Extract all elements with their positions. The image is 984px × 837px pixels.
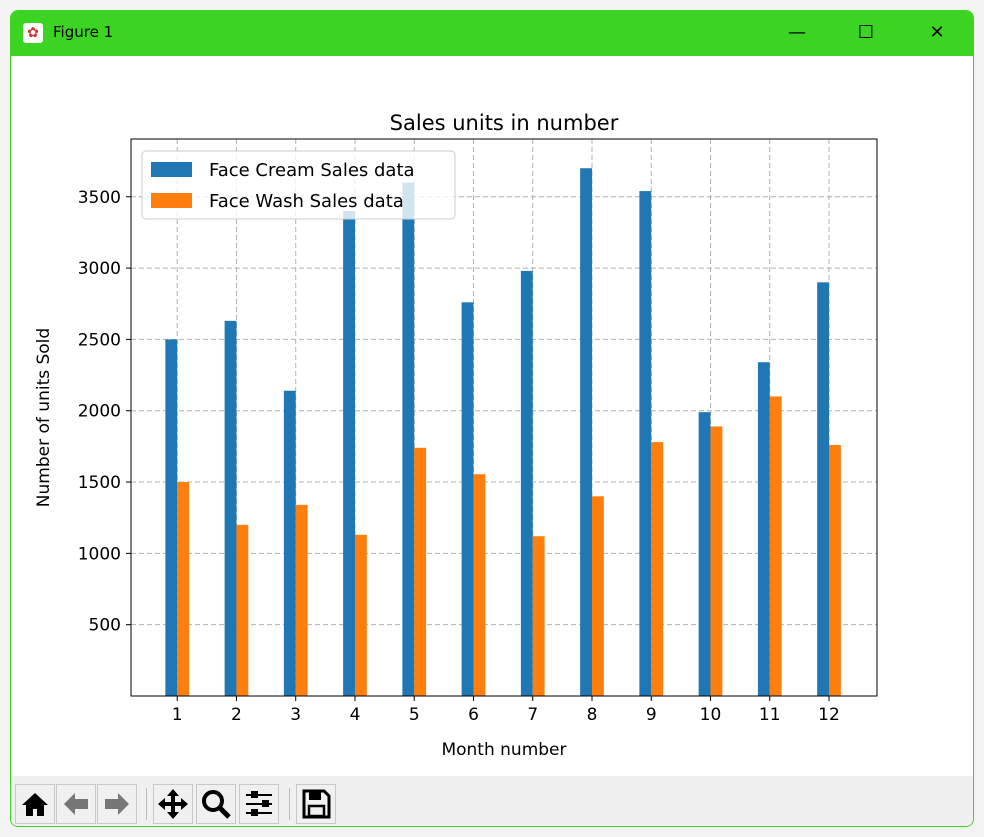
x-tick-label: 6 (468, 705, 479, 725)
x-tick-label: 12 (818, 705, 840, 725)
bar-face-wash-9 (651, 442, 664, 696)
legend-label: Face Wash Sales data (209, 191, 404, 212)
legend-label: Face Cream Sales data (209, 160, 415, 181)
bar-face-wash-5 (414, 447, 427, 696)
bar-face-cream-1 (165, 339, 178, 696)
legend-swatch (151, 193, 192, 208)
forward-icon (105, 793, 129, 815)
x-tick-label: 11 (759, 705, 781, 725)
bar-face-wash-4 (354, 534, 367, 696)
toolbar-divider (146, 788, 147, 820)
legend-swatch (151, 162, 192, 177)
bar-face-cream-7 (520, 270, 533, 696)
save-icon (302, 789, 331, 819)
bar-face-cream-4 (343, 211, 355, 696)
bar-face-cream-8 (580, 168, 592, 696)
pan-icon (158, 789, 188, 819)
minimize-button[interactable]: — (777, 19, 817, 47)
x-tick-label: 10 (700, 705, 722, 725)
x-tick-label: 9 (646, 705, 657, 725)
bar-face-wash-3 (295, 504, 308, 696)
x-tick-label: 2 (231, 705, 242, 725)
save-button[interactable] (296, 784, 336, 824)
configure-subplots-icon (246, 791, 272, 816)
y-axis-label: Number of units Sold (34, 328, 54, 507)
x-tick-label: 7 (527, 705, 538, 725)
y-tick-label: 500 (89, 616, 121, 636)
bar-face-cream-10 (698, 412, 711, 696)
bar-face-wash-6 (473, 474, 486, 696)
y-tick-label: 1000 (78, 544, 121, 564)
bar-face-cream-2 (224, 320, 237, 696)
bar-face-wash-2 (236, 524, 249, 696)
zoom-icon (202, 790, 231, 819)
navigation-toolbar (11, 776, 973, 826)
toolbar-divider (289, 788, 290, 820)
configure-subplots-button[interactable] (239, 784, 279, 824)
y-tick-label: 3500 (78, 188, 121, 208)
bar-face-wash-11 (769, 396, 782, 696)
x-axis-label: Month number (441, 740, 566, 760)
home-button[interactable] (15, 784, 55, 824)
y-tick-label: 3000 (78, 259, 121, 279)
bar-face-wash-1 (177, 482, 190, 696)
x-tick-label: 1 (172, 705, 183, 725)
maximize-button[interactable]: ☐ (846, 19, 886, 47)
bar-face-wash-8 (591, 496, 604, 696)
back-button[interactable] (56, 784, 96, 824)
bar-face-cream-12 (817, 282, 830, 696)
bar-face-cream-3 (283, 390, 296, 696)
y-tick-label: 2500 (78, 330, 121, 350)
x-tick-label: 4 (350, 705, 361, 725)
bar-face-cream-5 (402, 182, 415, 696)
x-tick-label: 5 (409, 705, 420, 725)
x-tick-label: 8 (587, 705, 598, 725)
bar-face-wash-10 (710, 426, 723, 696)
matplotlib-app-icon: ✿ (23, 23, 43, 43)
forward-button[interactable] (97, 784, 137, 824)
chart-title: Sales units in number (390, 111, 619, 135)
figure-window: ✿ Figure 1 — ☐ ✕ 1 2 3 4 5 6 7 8 9 10 11 12 500 1000 1… (10, 10, 974, 827)
close-button[interactable]: ✕ (917, 19, 957, 47)
y-tick-label: 2000 (78, 402, 121, 422)
y-tick-label: 1500 (78, 473, 121, 493)
bar-face-wash-7 (532, 536, 545, 696)
home-icon (22, 793, 48, 816)
title-bar: ✿ Figure 1 — ☐ ✕ (11, 11, 973, 56)
back-icon (64, 793, 88, 815)
zoom-button[interactable] (196, 784, 236, 824)
chart: 1 2 3 4 5 6 7 8 9 10 11 125001000150020002500300035… (34, 111, 878, 760)
window-title: Figure 1 (53, 23, 114, 41)
bar-face-cream-11 (757, 362, 770, 696)
bar-face-cream-9 (639, 191, 652, 696)
bar-face-cream-6 (461, 302, 474, 696)
bar-face-wash-12 (829, 444, 841, 696)
pan-button[interactable] (153, 784, 193, 824)
x-tick-label: 3 (290, 705, 301, 725)
